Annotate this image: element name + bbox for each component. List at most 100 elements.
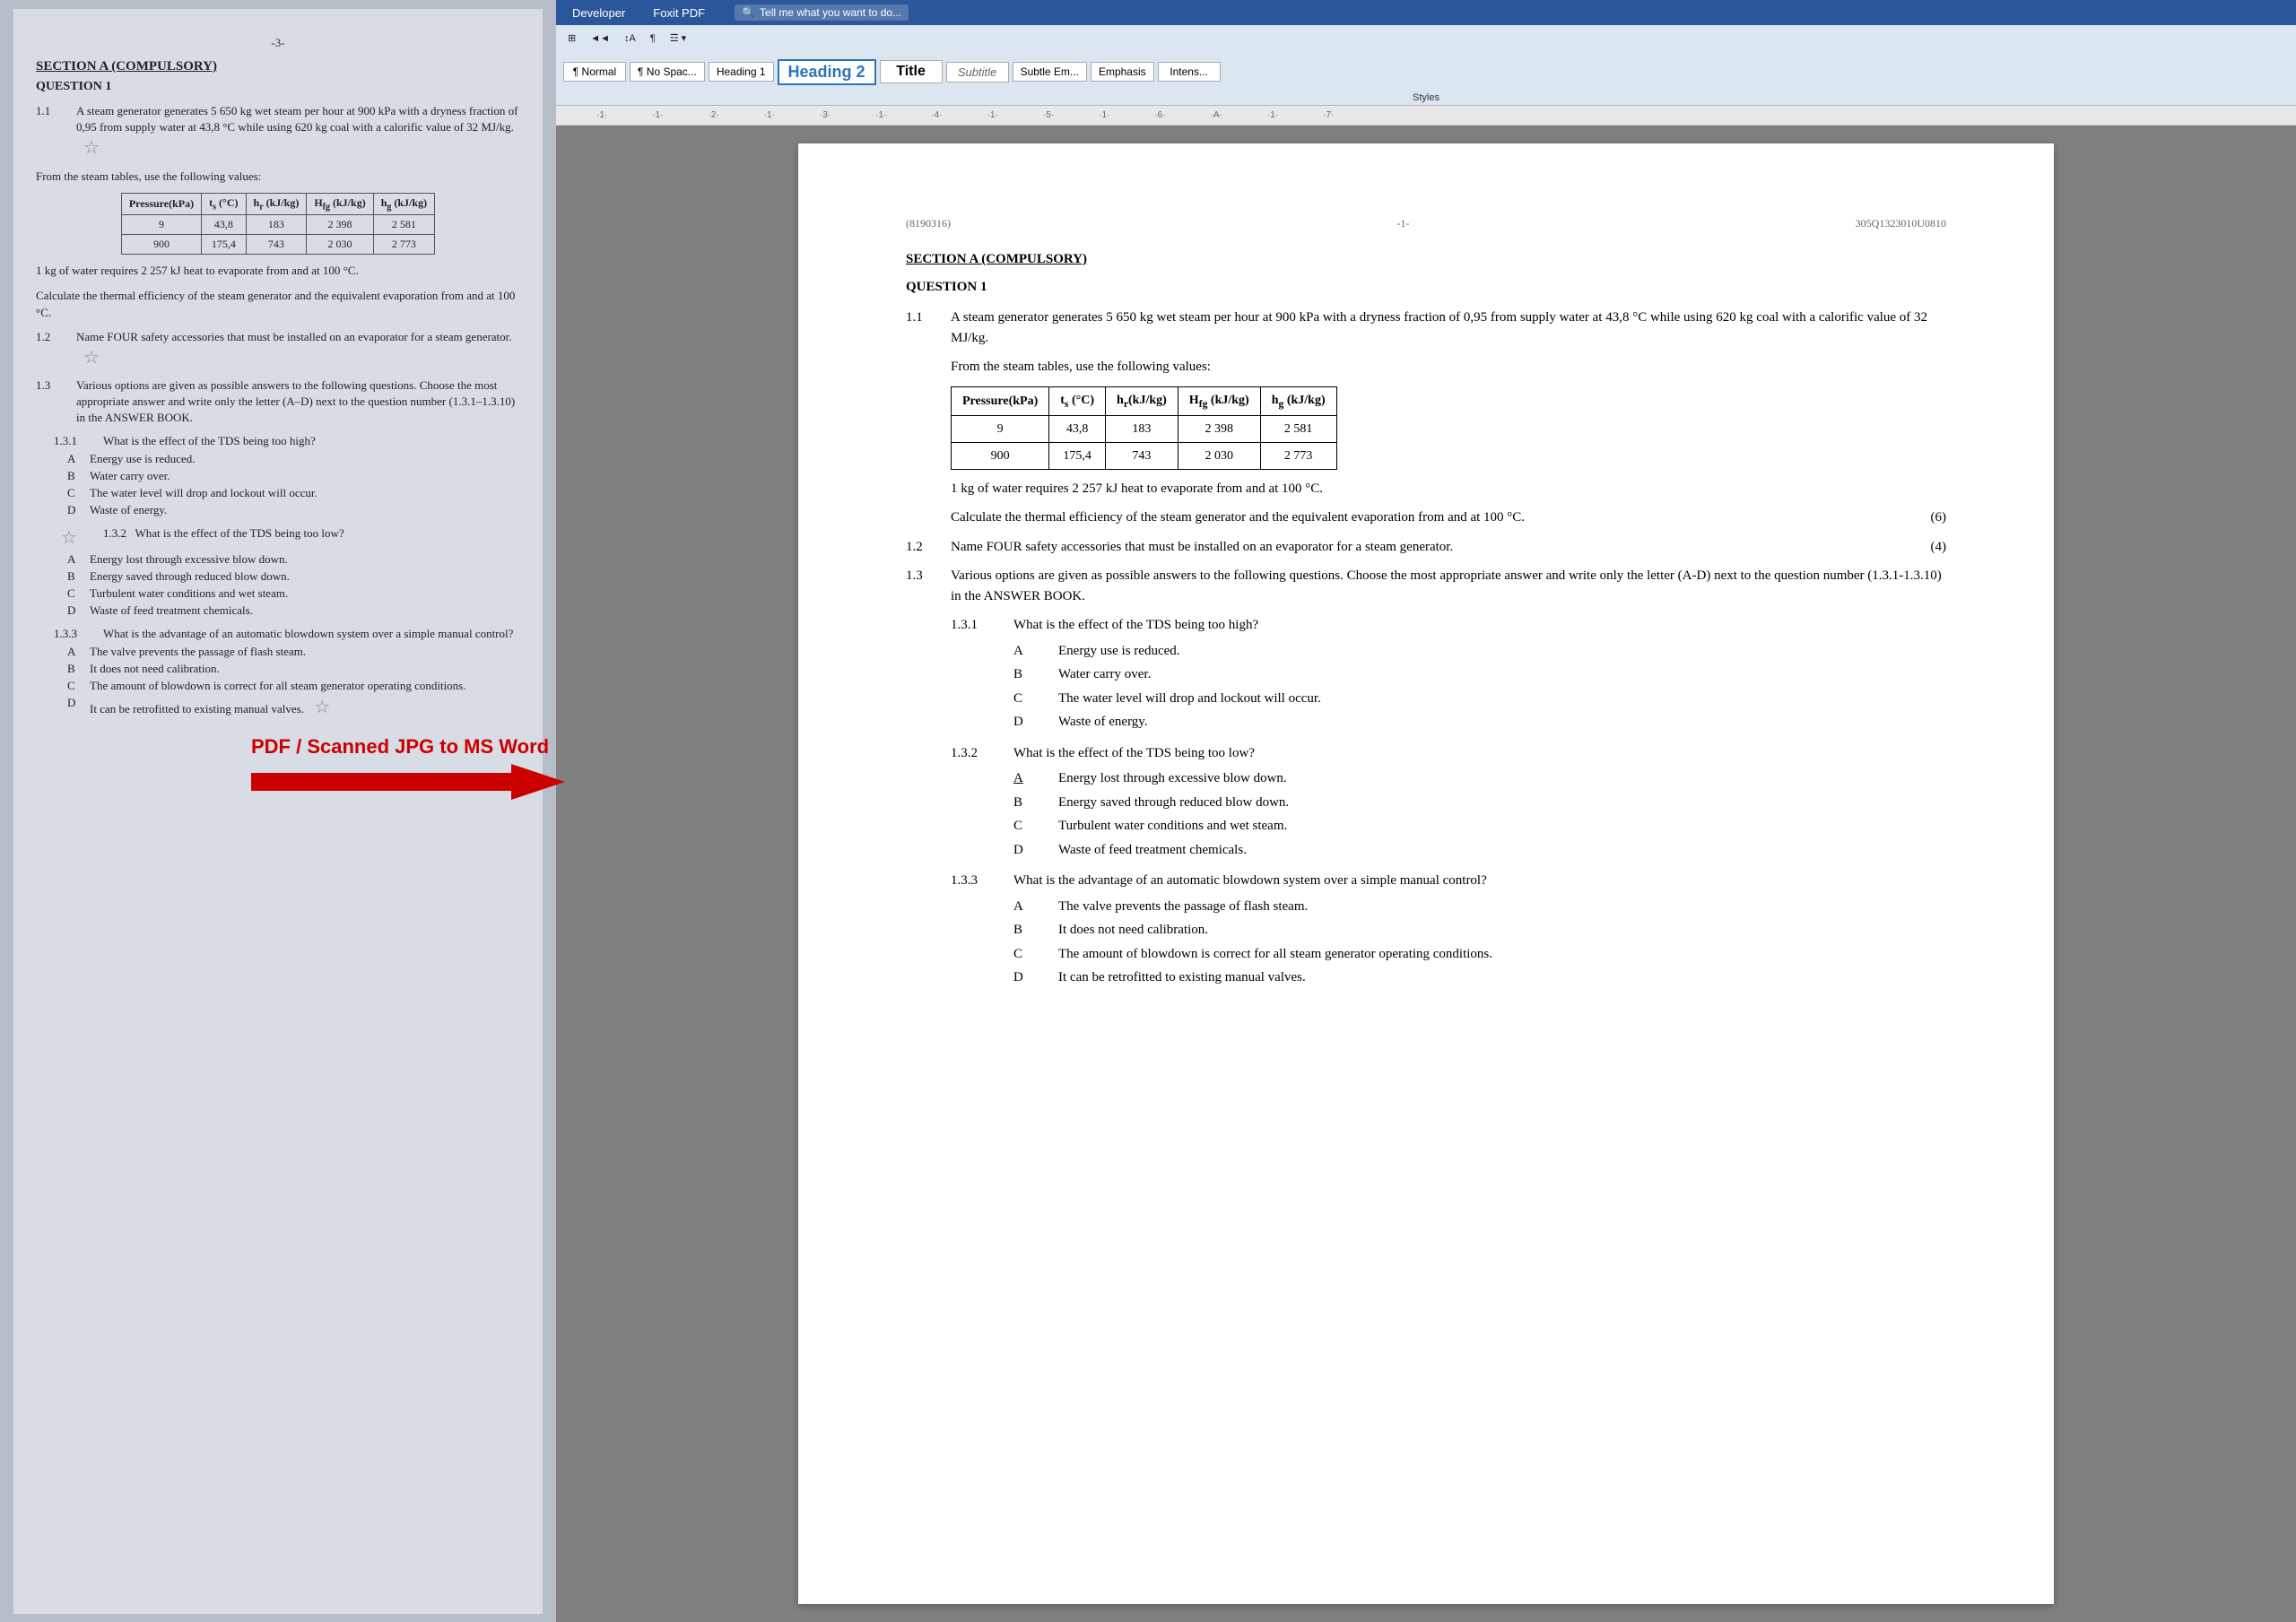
word-th-pressure: Pressure(kPa) bbox=[952, 386, 1049, 415]
scan-opt-1a: A Energy use is reduced. bbox=[36, 452, 520, 466]
word-q1-2-row: 1.2 Name FOUR safety accessories that mu… bbox=[906, 537, 1946, 558]
word-opt-3c: C The amount of blowdown is correct for … bbox=[906, 944, 1946, 965]
scan-table-header-hr: hr (kJ/kg) bbox=[246, 193, 307, 214]
word-q1-3-num: 1.3 bbox=[906, 566, 951, 606]
ribbon-btn-pilcrow[interactable]: ¶ bbox=[646, 31, 660, 46]
search-icon: 🔍 bbox=[742, 6, 755, 19]
scan-section-title: SECTION A (COMPULSORY) bbox=[36, 59, 520, 74]
word-table-row-1: 943,81832 3982 581 bbox=[952, 415, 1337, 442]
ribbon-styles-bar: ⊞ ◄◄ ↕A ¶ ☲ ▾ ¶ Normal ¶ No Spac... Head… bbox=[556, 25, 2296, 106]
word-th-hfg: Hfg (kJ/kg) bbox=[1178, 386, 1260, 415]
scan-opt-2d: D Waste of feed treatment chemicals. bbox=[36, 603, 520, 618]
word-opt-3b: B It does not need calibration. bbox=[906, 920, 1946, 941]
scan-q1-3-3-num: 1.3.3 bbox=[54, 627, 103, 641]
ribbon-btn-ruler[interactable]: ☲ ▾ bbox=[665, 30, 691, 46]
scan-calculate-instruction: Calculate the thermal efficiency of the … bbox=[36, 287, 520, 322]
scan-opt-3b: B It does not need calibration. bbox=[36, 662, 520, 676]
scan-steam-table-intro: From the steam tables, use the following… bbox=[36, 168, 520, 186]
word-calculate-text: Calculate the thermal efficiency of the … bbox=[951, 507, 1946, 528]
word-q1-2-num: 1.2 bbox=[906, 537, 951, 558]
scan-opt-2a: A Energy lost through excessive blow dow… bbox=[36, 552, 520, 567]
ribbon-top[interactable]: Developer Foxit PDF 🔍 Tell me what you w… bbox=[556, 0, 2296, 25]
star-icon-3: ☆ bbox=[61, 526, 77, 549]
scan-q1-2-text: Name FOUR safety accessories that must b… bbox=[76, 329, 520, 370]
word-q1-3-text: Various options are given as possible an… bbox=[951, 566, 1946, 606]
scan-opt-1d: D Waste of energy. bbox=[36, 503, 520, 517]
word-opt-1a: A Energy use is reduced. bbox=[906, 641, 1946, 662]
arrow-overlay: PDF / Scanned JPG to MS Word bbox=[251, 735, 592, 807]
word-section-title: SECTION A (COMPULSORY) bbox=[906, 249, 1946, 270]
word-q1-3-2-row: 1.3.2 What is the effect of the TDS bein… bbox=[906, 743, 1946, 764]
word-steam-table: Pressure(kPa) ts (°C) hr(kJ/kg) Hfg (kJ/… bbox=[951, 386, 1337, 470]
scan-q1-3-1: 1.3.1 What is the effect of the TDS bein… bbox=[36, 434, 520, 448]
ruler: ·1··1··2··1··3··1··4··1··5··1··6··A··1··… bbox=[556, 106, 2296, 126]
word-document-area[interactable]: (8190316) -1- 305Q1323010U0810 SECTION A… bbox=[556, 126, 2296, 1622]
scan-q1-1: 1.1 A steam generator generates 5 650 kg… bbox=[36, 103, 520, 160]
scan-q1-3-2-text: 1.3.2 What is the effect of the TDS bein… bbox=[103, 526, 520, 549]
ribbon-search-label: Tell me what you want to do... bbox=[760, 6, 901, 19]
style-normal[interactable]: ¶ Normal bbox=[563, 62, 626, 82]
scan-q1-2: 1.2 Name FOUR safety accessories that mu… bbox=[36, 329, 520, 370]
scan-table-header-pressure: Pressure(kPa) bbox=[121, 193, 201, 214]
word-question-title: QUESTION 1 bbox=[906, 277, 1946, 298]
word-calculate-indent bbox=[906, 507, 951, 528]
word-steam-table-intro: From the steam tables, use the following… bbox=[951, 357, 1946, 377]
word-q1-1-num: 1.1 bbox=[906, 308, 951, 348]
scan-table-row-2: 900175,47432 0302 773 bbox=[121, 235, 434, 255]
ribbon-tab-foxit[interactable]: Foxit PDF bbox=[646, 4, 712, 22]
scan-question-title: QUESTION 1 bbox=[36, 80, 520, 94]
scan-table-header-ts: ts (°C) bbox=[202, 193, 246, 214]
scan-opt-1c: C The water level will drop and lockout … bbox=[36, 486, 520, 500]
style-subtitle[interactable]: Subtitle bbox=[946, 62, 1009, 82]
scan-opt-1b: B Water carry over. bbox=[36, 469, 520, 483]
ribbon-styles-label: Styles bbox=[563, 92, 2289, 105]
word-opt-3a: A The valve prevents the passage of flas… bbox=[906, 897, 1946, 917]
style-no-spacing[interactable]: ¶ No Spac... bbox=[630, 62, 705, 82]
style-heading2[interactable]: Heading 2 bbox=[778, 59, 876, 85]
star-icon-4: ☆ bbox=[314, 696, 330, 718]
word-q1-3-3-num: 1.3.3 bbox=[951, 871, 1013, 891]
scan-q1-3-num: 1.3 bbox=[36, 377, 76, 427]
scan-evaporation-note: 1 kg of water requires 2 257 kJ heat to … bbox=[36, 262, 520, 280]
star-icon-1: ☆ bbox=[83, 135, 100, 160]
scan-opt-3c: C The amount of blowdown is correct for … bbox=[36, 679, 520, 693]
word-opt-1c: C The water level will drop and lockout … bbox=[906, 689, 1946, 709]
scan-q1-3: 1.3 Various options are given as possibl… bbox=[36, 377, 520, 427]
word-evaporation-note: 1 kg of water requires 2 257 kJ heat to … bbox=[951, 479, 1946, 499]
page-header-center: -1- bbox=[1396, 215, 1409, 231]
word-q1-3-2-num: 1.3.2 bbox=[951, 743, 1013, 764]
scan-q1-3-3: 1.3.3 What is the advantage of an automa… bbox=[36, 627, 520, 641]
scan-q1-1-num: 1.1 bbox=[36, 103, 76, 160]
style-intense[interactable]: Intens... bbox=[1158, 62, 1221, 82]
word-opt-1b: B Water carry over. bbox=[906, 664, 1946, 685]
style-emphasis[interactable]: Emphasis bbox=[1091, 62, 1154, 82]
scan-opt-3d: D It can be retrofitted to existing manu… bbox=[36, 696, 520, 718]
style-title[interactable]: Title bbox=[880, 60, 943, 83]
scan-q1-3-1-num: 1.3.1 bbox=[54, 434, 103, 448]
scan-q1-1-text: A steam generator generates 5 650 kg wet… bbox=[76, 103, 520, 160]
word-th-hg: hg (kJ/kg) bbox=[1260, 386, 1336, 415]
arrow-svg bbox=[251, 764, 565, 800]
ribbon-btn-multipage[interactable]: ⊞ bbox=[563, 30, 580, 46]
scan-opt-3a: A The valve prevents the passage of flas… bbox=[36, 645, 520, 659]
word-table-row-2: 900175,47432 0302 773 bbox=[952, 442, 1337, 469]
word-page-header: (8190316) -1- 305Q1323010U0810 bbox=[906, 215, 1946, 231]
ribbon-formatting-row: ⊞ ◄◄ ↕A ¶ ☲ ▾ bbox=[563, 29, 2289, 48]
scan-table-header-hg: hg (kJ/kg) bbox=[373, 193, 434, 214]
word-q1-1-row: 1.1 A steam generator generates 5 650 kg… bbox=[906, 308, 1946, 348]
word-opt-3d: D It can be retrofitted to existing manu… bbox=[906, 967, 1946, 988]
scan-opt-2b: B Energy saved through reduced blow down… bbox=[36, 569, 520, 584]
left-scan-panel: -3- SECTION A (COMPULSORY) QUESTION 1 1.… bbox=[0, 0, 556, 1622]
page-header-left: (8190316) bbox=[906, 215, 951, 231]
word-opt-2a: A Energy lost through excessive blow dow… bbox=[906, 768, 1946, 789]
style-subtle-em[interactable]: Subtle Em... bbox=[1013, 62, 1087, 82]
ribbon-tab-developer[interactable]: Developer bbox=[565, 4, 632, 22]
ribbon-btn-sort[interactable]: ↕A bbox=[620, 31, 640, 46]
word-table-header-row: Pressure(kPa) ts (°C) hr(kJ/kg) Hfg (kJ/… bbox=[952, 386, 1337, 415]
scan-page: -3- SECTION A (COMPULSORY) QUESTION 1 1.… bbox=[13, 9, 543, 1614]
style-heading1[interactable]: Heading 1 bbox=[709, 62, 774, 82]
ribbon-btn-arrows[interactable]: ◄◄ bbox=[586, 31, 614, 46]
ribbon-search-box[interactable]: 🔍 Tell me what you want to do... bbox=[735, 4, 909, 21]
word-opt-2d: D Waste of feed treatment chemicals. bbox=[906, 840, 1946, 861]
star-icon-2: ☆ bbox=[83, 345, 100, 370]
